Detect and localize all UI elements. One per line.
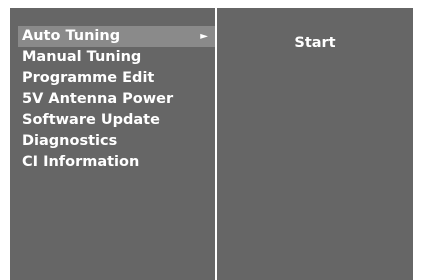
menu-panel: Auto Tuning ► Manual Tuning Programme Ed… <box>10 8 215 280</box>
submenu-arrow-icon: ► <box>200 31 208 42</box>
menu-item-label: Programme Edit <box>22 70 155 86</box>
menu-item-manual-tuning[interactable]: Manual Tuning <box>18 47 215 68</box>
menu-item-programme-edit[interactable]: Programme Edit <box>18 68 215 89</box>
menu-list: Auto Tuning ► Manual Tuning Programme Ed… <box>18 26 215 173</box>
detail-panel: Start <box>217 8 413 280</box>
menu-item-ci-information[interactable]: CI Information <box>18 152 215 173</box>
menu-item-label: Auto Tuning <box>22 28 121 44</box>
menu-item-label: CI Information <box>22 154 140 170</box>
menu-item-5v-antenna-power[interactable]: 5V Antenna Power <box>18 89 215 110</box>
start-button[interactable]: Start <box>217 33 413 53</box>
menu-item-label: 5V Antenna Power <box>22 91 174 107</box>
menu-item-label: Software Update <box>22 112 160 128</box>
menu-item-label: Manual Tuning <box>22 49 142 65</box>
menu-item-auto-tuning[interactable]: Auto Tuning ► <box>18 26 215 47</box>
tv-setup-menu: Auto Tuning ► Manual Tuning Programme Ed… <box>0 0 423 280</box>
menu-item-diagnostics[interactable]: Diagnostics <box>18 131 215 152</box>
menu-item-software-update[interactable]: Software Update <box>18 110 215 131</box>
menu-item-label: Diagnostics <box>22 133 118 149</box>
